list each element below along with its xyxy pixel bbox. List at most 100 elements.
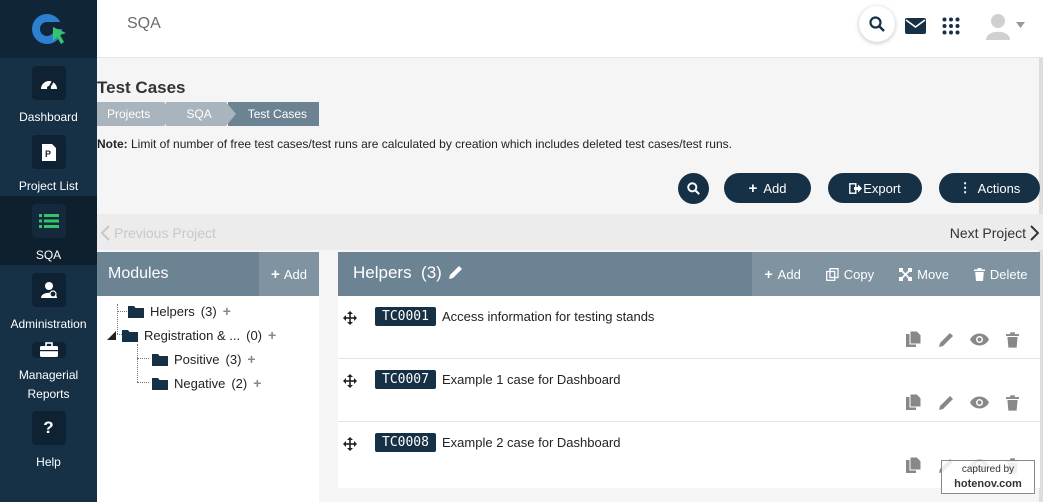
folder-icon <box>122 329 138 342</box>
test-case-actions: + Add Copy Move Delete <box>752 252 1040 296</box>
drag-handle-icon[interactable] <box>343 311 357 325</box>
move-icon <box>899 267 913 281</box>
add-child-icon[interactable]: + <box>253 375 261 391</box>
export-label: Export <box>863 180 901 196</box>
watermark-line-1: captured by <box>961 464 1015 475</box>
breadcrumb-sqa[interactable]: SQA <box>166 102 237 126</box>
test-case-row-actions <box>904 393 1022 412</box>
test-case-id[interactable]: TC0007 <box>375 370 436 389</box>
test-case-title[interactable]: Example 2 case for Dashboard <box>442 435 620 450</box>
apps-grid-icon[interactable] <box>942 17 960 35</box>
admin-icon <box>31 273 66 307</box>
copy-icon[interactable] <box>904 456 923 475</box>
copy-case-label: Copy <box>843 266 875 282</box>
add-label: Add <box>763 180 787 196</box>
global-search-button[interactable] <box>859 6 895 42</box>
sidebar-item-dashboard[interactable]: Dashboard <box>0 58 107 127</box>
chevron-right-icon <box>1030 225 1039 241</box>
sidebar-item-label: SQA <box>35 248 62 262</box>
previous-project-link[interactable]: Previous Project <box>101 225 216 241</box>
sidebar-item-administration[interactable]: Administration <box>0 265 107 334</box>
chevron-left-icon <box>101 225 110 241</box>
sidebar-item-label: Help <box>36 455 61 469</box>
test-case-title[interactable]: Access information for testing stands <box>442 309 654 324</box>
tree-item-label: Registration & ... <box>144 327 241 343</box>
tree-item-label: Negative <box>174 375 226 391</box>
breadcrumb-test-cases[interactable]: Test Cases <box>227 102 320 126</box>
add-case-button[interactable]: + Add <box>764 266 800 282</box>
test-case-id[interactable]: TC0008 <box>375 433 436 452</box>
note-text: Limit of number of free test cases/test … <box>127 137 732 151</box>
plus-icon: + <box>748 179 758 197</box>
sidebar-item-project-list[interactable]: P Project List <box>0 127 97 196</box>
plus-icon: + <box>271 265 280 283</box>
trash-icon[interactable] <box>1003 393 1022 412</box>
drag-handle-icon[interactable] <box>343 374 357 388</box>
sidebar-item-label: Dashboard <box>19 110 78 124</box>
sidebar-item-help[interactable]: ? Help <box>0 403 97 472</box>
drag-handle-icon[interactable] <box>343 437 357 451</box>
add-module-button[interactable]: + Add <box>259 252 319 296</box>
collapse-triangle-icon[interactable] <box>107 330 116 340</box>
search-button[interactable] <box>678 173 709 204</box>
tree-item-positive[interactable]: Positive (3) + <box>152 351 256 367</box>
page-title: Test Cases <box>97 78 186 97</box>
mail-icon[interactable] <box>905 18 926 34</box>
topbar: SQA <box>97 0 1043 58</box>
edit-icon[interactable] <box>937 330 956 349</box>
folder-icon <box>152 377 168 390</box>
test-case-row[interactable]: TC0001 Access information for testing st… <box>338 296 1040 359</box>
tree-item-negative[interactable]: Negative (2) + <box>152 375 261 391</box>
tree-item-registration[interactable]: Registration & ... (0) + <box>107 327 276 343</box>
add-child-icon[interactable]: + <box>247 351 255 367</box>
view-icon[interactable] <box>970 330 989 349</box>
test-case-title[interactable]: Example 1 case for Dashboard <box>442 372 620 387</box>
modules-header: Modules + Add <box>97 252 319 296</box>
sidebar-item-managerial-reports[interactable]: Managerial Reports <box>0 334 97 403</box>
copy-case-button[interactable]: Copy <box>825 266 875 282</box>
edit-module-icon[interactable] <box>448 264 464 280</box>
caret-down-icon[interactable] <box>1016 22 1025 28</box>
modules-panel: Modules + Add Helpers (3) + Registration… <box>97 252 319 502</box>
actions-label: Actions <box>977 180 1021 196</box>
sidebar-item-sqa[interactable]: SQA <box>0 196 107 265</box>
test-case-row[interactable]: TC0008 Example 2 case for Dashboard <box>338 422 1040 485</box>
add-case-label: Add <box>777 266 801 282</box>
copy-icon <box>825 267 839 281</box>
module-count: (3) <box>421 263 442 282</box>
actions-button[interactable]: ⋮ Actions <box>939 173 1040 203</box>
limit-note: Note: Limit of number of free test cases… <box>97 137 732 151</box>
tree-item-count: (3) <box>200 303 217 319</box>
trash-icon[interactable] <box>1003 330 1022 349</box>
copy-icon[interactable] <box>904 393 923 412</box>
tree-item-count: (2) <box>231 375 248 391</box>
test-case-row[interactable]: TC0007 Example 1 case for Dashboard <box>338 359 1040 422</box>
edit-icon[interactable] <box>937 393 956 412</box>
copy-icon[interactable] <box>904 330 923 349</box>
list-icon <box>31 204 66 238</box>
delete-case-label: Delete <box>989 266 1028 282</box>
more-vertical-icon: ⋮ <box>958 180 972 195</box>
add-child-icon[interactable]: + <box>268 327 276 343</box>
capture-watermark: captured by hotenov.com <box>941 460 1035 494</box>
avatar[interactable] <box>984 11 1012 41</box>
add-test-case-button[interactable]: + Add <box>724 173 811 203</box>
module-title: Helpers (3) <box>353 263 442 283</box>
app-logo[interactable] <box>0 0 97 58</box>
next-project-link[interactable]: Next Project <box>950 225 1039 241</box>
test-case-id[interactable]: TC0001 <box>375 307 436 326</box>
tree-item-helpers[interactable]: Helpers (3) + <box>128 303 231 319</box>
folder-icon <box>152 353 168 366</box>
move-case-button[interactable]: Move <box>899 267 949 282</box>
breadcrumb-projects[interactable]: Projects <box>97 102 175 126</box>
dashboard-icon <box>31 66 66 100</box>
view-icon[interactable] <box>970 393 989 412</box>
svg-text:P: P <box>45 149 51 159</box>
delete-case-button[interactable]: Delete <box>973 266 1028 282</box>
search-icon <box>687 182 700 195</box>
trash-icon <box>973 267 985 281</box>
add-child-icon[interactable]: + <box>223 303 231 319</box>
sidebar-item-label: Administration <box>10 317 87 331</box>
plus-icon: + <box>764 266 773 282</box>
export-button[interactable]: Export <box>828 173 922 203</box>
